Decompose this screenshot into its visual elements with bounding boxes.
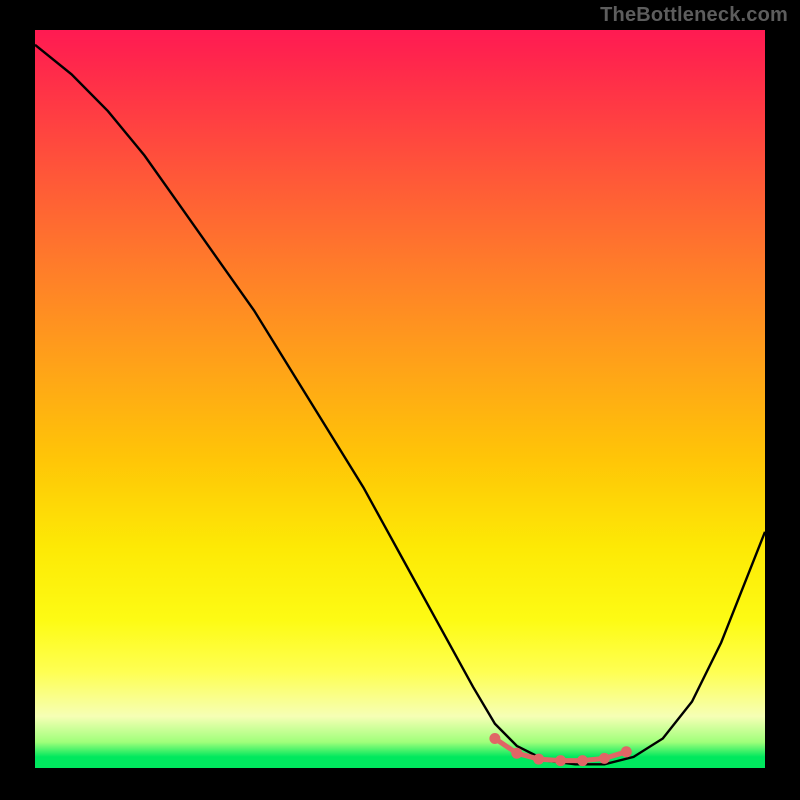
marker-dot — [511, 748, 522, 759]
optimal-zone-markers — [489, 733, 631, 766]
marker-dot — [555, 755, 566, 766]
chart-container: TheBottleneck.com — [0, 0, 800, 800]
marker-dot — [533, 754, 544, 765]
marker-dot — [489, 733, 500, 744]
chart-svg — [35, 30, 765, 768]
watermark-text: TheBottleneck.com — [600, 4, 788, 27]
bottleneck-curve — [35, 45, 765, 765]
marker-dot — [599, 753, 610, 764]
marker-dot — [621, 746, 632, 757]
plot-area — [35, 30, 765, 768]
marker-dot — [577, 755, 588, 766]
